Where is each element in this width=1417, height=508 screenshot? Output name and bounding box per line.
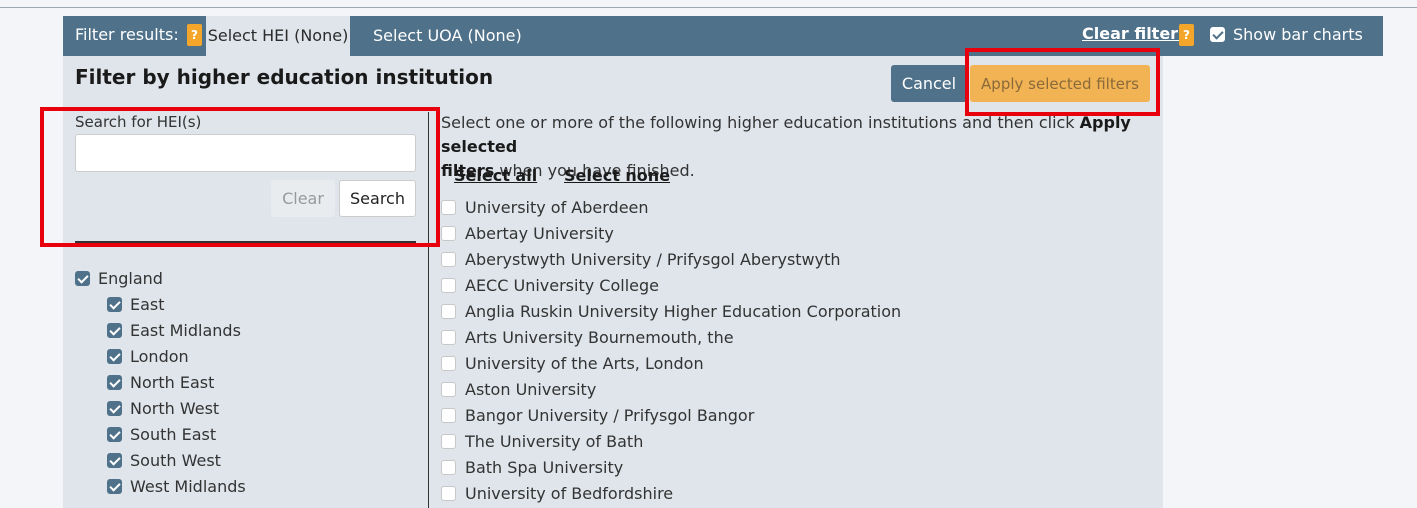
clear-search-button[interactable]: Clear bbox=[271, 180, 335, 217]
cancel-button[interactable]: Cancel bbox=[891, 65, 967, 102]
filter-results-label: Filter results: ? bbox=[75, 24, 202, 46]
checkbox-unchecked-icon[interactable] bbox=[441, 460, 456, 475]
hei-search-input[interactable] bbox=[75, 134, 416, 172]
region-label: North West bbox=[130, 399, 220, 418]
institution-label: University of Bedfordshire bbox=[465, 484, 674, 503]
institution-item[interactable]: Bath Spa University bbox=[441, 456, 1156, 482]
institution-label: The University of Bath bbox=[465, 432, 644, 451]
institution-label: Aston University bbox=[465, 380, 597, 399]
region-item[interactable]: East Midlands bbox=[75, 319, 415, 345]
institution-item[interactable]: University of Aberdeen bbox=[441, 196, 1156, 222]
select-none-link[interactable]: Select none bbox=[564, 166, 670, 185]
search-label: Search for HEI(s) bbox=[75, 113, 202, 131]
institution-label: University of the Arts, London bbox=[465, 354, 704, 373]
checkbox-unchecked-icon[interactable] bbox=[441, 278, 456, 293]
institution-label: Anglia Ruskin University Higher Educatio… bbox=[465, 302, 902, 321]
checkbox-checked-icon[interactable] bbox=[107, 349, 122, 364]
checkbox-unchecked-icon[interactable] bbox=[441, 226, 456, 241]
region-label: South East bbox=[130, 425, 217, 444]
clear-filters-help-icon[interactable]: ? bbox=[1179, 24, 1194, 46]
institution-label: AECC University College bbox=[465, 276, 659, 295]
clear-filters-link[interactable]: Clear filters bbox=[1082, 24, 1188, 43]
institution-item[interactable]: Arts University Bournemouth, the bbox=[441, 326, 1156, 352]
checkbox-checked-icon[interactable] bbox=[1210, 27, 1225, 42]
search-divider bbox=[75, 241, 416, 243]
checkbox-checked-icon[interactable] bbox=[107, 479, 122, 494]
search-button[interactable]: Search bbox=[339, 180, 416, 217]
checkbox-checked-icon[interactable] bbox=[107, 375, 122, 390]
select-all-link[interactable]: Select all bbox=[454, 166, 537, 185]
institution-label: Aberystwyth University / Prifysgol Abery… bbox=[465, 250, 841, 269]
region-list: England East East Midlands London North East… bbox=[75, 267, 415, 501]
institution-item[interactable]: Aston University bbox=[441, 378, 1156, 404]
checkbox-checked-icon[interactable] bbox=[75, 271, 90, 286]
checkbox-unchecked-icon[interactable] bbox=[441, 200, 456, 215]
checkbox-checked-icon[interactable] bbox=[107, 427, 122, 442]
institution-item[interactable]: Aberystwyth University / Prifysgol Abery… bbox=[441, 248, 1156, 274]
column-divider bbox=[428, 112, 429, 508]
region-item[interactable]: East bbox=[75, 293, 415, 319]
checkbox-unchecked-icon[interactable] bbox=[441, 434, 456, 449]
checkbox-unchecked-icon[interactable] bbox=[441, 408, 456, 423]
apply-selected-filters-button[interactable]: Apply selected filters bbox=[970, 65, 1150, 102]
filter-tab-bar: Filter results: ? Select HEI (None) Sele… bbox=[63, 16, 1383, 56]
checkbox-unchecked-icon[interactable] bbox=[441, 382, 456, 397]
region-item[interactable]: West Midlands bbox=[75, 475, 415, 501]
tab-select-uoa[interactable]: Select UOA (None) bbox=[373, 16, 522, 56]
region-label: West Midlands bbox=[130, 477, 246, 496]
top-divider bbox=[0, 7, 1417, 8]
panel-title: Filter by higher education institution bbox=[75, 65, 494, 89]
institution-label: Arts University Bournemouth, the bbox=[465, 328, 734, 347]
show-bar-charts-toggle[interactable]: Show bar charts bbox=[1210, 25, 1363, 44]
checkbox-checked-icon[interactable] bbox=[107, 297, 122, 312]
institution-item[interactable]: University of the Arts, London bbox=[441, 352, 1156, 378]
tab-select-hei[interactable]: Select HEI (None) bbox=[206, 16, 350, 56]
checkbox-checked-icon[interactable] bbox=[107, 323, 122, 338]
region-label: North East bbox=[130, 373, 215, 392]
checkbox-unchecked-icon[interactable] bbox=[441, 252, 456, 267]
institution-label: Abertay University bbox=[465, 224, 614, 243]
checkbox-unchecked-icon[interactable] bbox=[441, 486, 456, 501]
institution-item[interactable]: The University of Bath bbox=[441, 430, 1156, 456]
institution-item[interactable]: Abertay University bbox=[441, 222, 1156, 248]
institution-label: Bath Spa University bbox=[465, 458, 624, 477]
region-item[interactable]: London bbox=[75, 345, 415, 371]
region-item[interactable]: North East bbox=[75, 371, 415, 397]
region-label: South West bbox=[130, 451, 221, 470]
region-item[interactable]: South West bbox=[75, 449, 415, 475]
region-item[interactable]: South East bbox=[75, 423, 415, 449]
checkbox-unchecked-icon[interactable] bbox=[441, 330, 456, 345]
region-item[interactable]: North West bbox=[75, 397, 415, 423]
hei-filter-panel: Filter by higher education institution C… bbox=[63, 56, 1163, 508]
region-label: East bbox=[130, 295, 165, 314]
institution-label: University of Aberdeen bbox=[465, 198, 649, 217]
institution-item[interactable]: AECC University College bbox=[441, 274, 1156, 300]
region-label: England bbox=[98, 269, 163, 288]
checkbox-unchecked-icon[interactable] bbox=[441, 304, 456, 319]
instructions-text: Select one or more of the following high… bbox=[441, 113, 1131, 180]
institution-item[interactable]: Bangor University / Prifysgol Bangor bbox=[441, 404, 1156, 430]
institution-item[interactable]: University of Bedfordshire bbox=[441, 482, 1156, 508]
checkbox-unchecked-icon[interactable] bbox=[441, 356, 456, 371]
institution-label: Bangor University / Prifysgol Bangor bbox=[465, 406, 755, 425]
region-label: London bbox=[130, 347, 189, 366]
institution-item[interactable]: Anglia Ruskin University Higher Educatio… bbox=[441, 300, 1156, 326]
checkbox-checked-icon[interactable] bbox=[107, 453, 122, 468]
help-icon[interactable]: ? bbox=[187, 24, 202, 46]
checkbox-checked-icon[interactable] bbox=[107, 401, 122, 416]
region-item[interactable]: England bbox=[75, 267, 415, 293]
institution-list: University of Aberdeen Abertay University… bbox=[441, 196, 1156, 508]
region-label: East Midlands bbox=[130, 321, 241, 340]
